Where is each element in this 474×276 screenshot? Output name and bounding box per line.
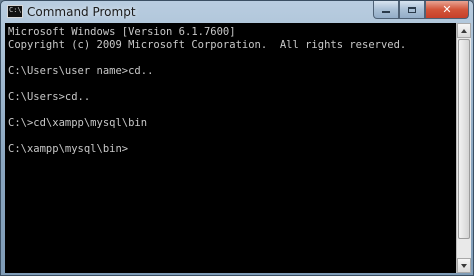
close-icon: ✕ (442, 3, 452, 16)
console-line-command: C:\Users\user name>cd.. (8, 65, 154, 77)
scrollbar-thumb[interactable] (458, 39, 470, 239)
close-button[interactable]: ✕ (425, 1, 469, 19)
command-prompt-icon[interactable]: C:\ (7, 5, 23, 18)
title-bar[interactable]: C:\ Command Prompt ✕ (1, 1, 473, 23)
vertical-scrollbar[interactable] (456, 23, 471, 273)
scroll-up-button[interactable] (457, 23, 471, 38)
console-line-command: C:\>cd\xampp\mysql\bin (8, 117, 148, 129)
command-prompt-window: C:\ Command Prompt ✕ Microsoft Windows [… (0, 0, 474, 276)
window-title: Command Prompt (27, 5, 136, 19)
scroll-down-button[interactable] (457, 258, 471, 273)
maximize-button[interactable] (399, 1, 425, 19)
console-line-command: C:\Users>cd.. (8, 91, 91, 103)
console-prompt-line[interactable]: C:\xampp\mysql\bin> (8, 143, 456, 156)
console-line-copyright: Copyright (c) 2009 Microsoft Corporation… (8, 39, 407, 51)
console-output[interactable]: Microsoft Windows [Version 6.1.7600] Cop… (5, 23, 456, 273)
console-line-version: Microsoft Windows [Version 6.1.7600] (8, 26, 236, 38)
minimize-button[interactable] (373, 1, 399, 19)
maximize-icon (408, 6, 416, 13)
app-icon-glyph: C:\ (9, 6, 22, 14)
minimize-icon (382, 11, 390, 13)
arrow-down-icon (461, 263, 467, 268)
caption-buttons: ✕ (373, 1, 469, 19)
arrow-up-icon (461, 28, 467, 33)
